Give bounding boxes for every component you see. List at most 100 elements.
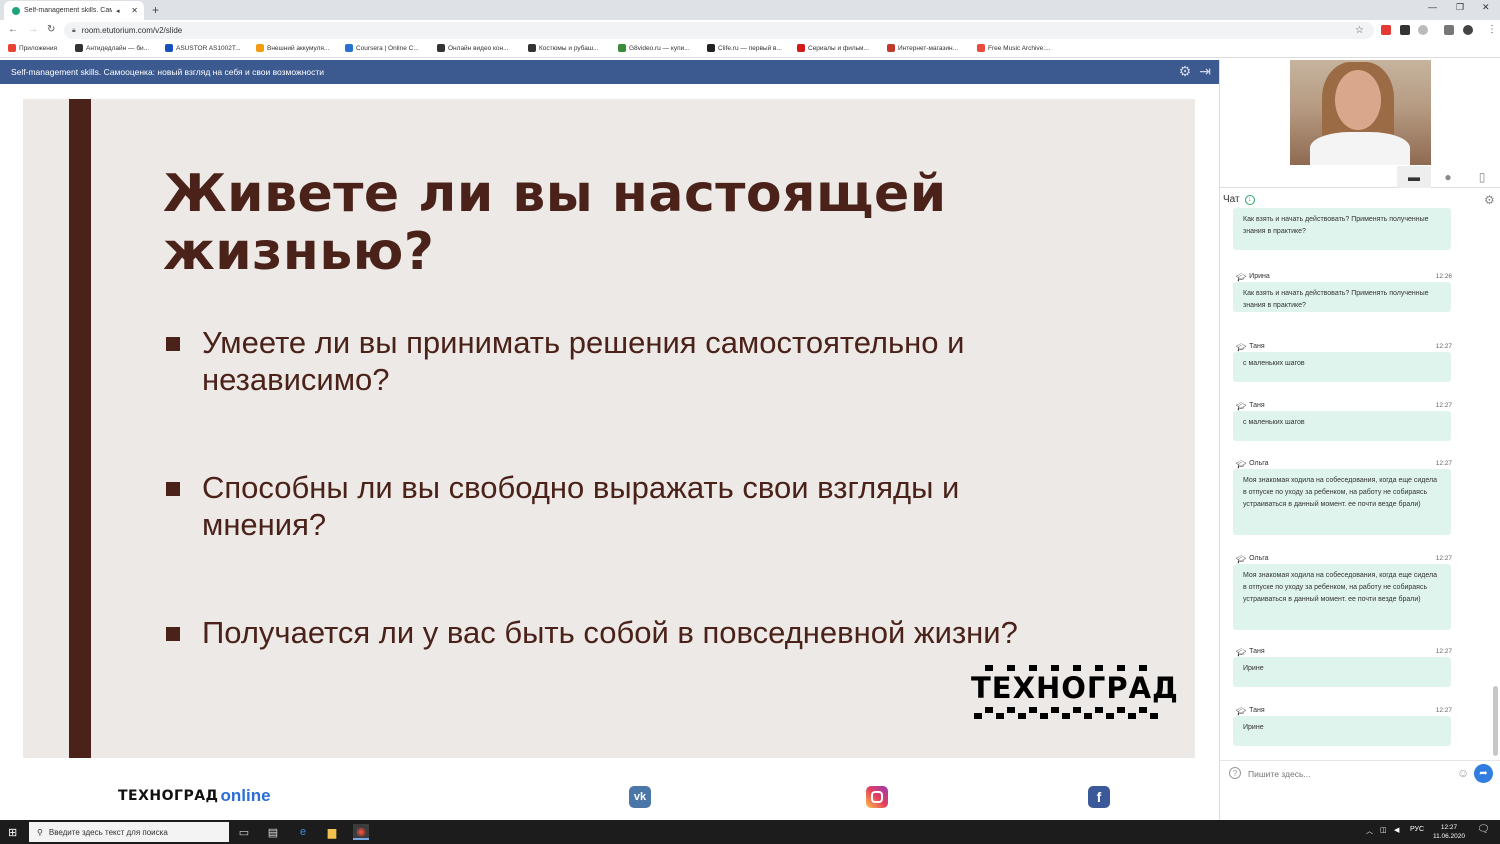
network-icon[interactable]: ◫	[1380, 826, 1387, 834]
help-icon[interactable]: ?	[1229, 767, 1241, 779]
address-bar[interactable]: 🔒︎ room.etutorium.com/v2/slide ☆	[64, 22, 1374, 39]
footer-logo[interactable]: ТЕХНОГРАД online	[118, 786, 271, 806]
webinar-header: Self-management skills. Самооценка: новы…	[0, 60, 1219, 84]
bookmark-label: Внешний аккумуля...	[267, 44, 330, 52]
taskbar-search[interactable]: ⚲ Введите здесь текст для поиска	[29, 822, 229, 842]
restore-icon[interactable]: ❐	[1456, 2, 1464, 13]
windows-start-icon[interactable]: ⊞	[8, 826, 17, 839]
student-cap-icon: 🎓︎	[1236, 402, 1247, 411]
chat-bubble: Ирине	[1233, 716, 1451, 746]
bookmark-item[interactable]: Костюмы и рубаш...	[528, 44, 599, 52]
chat-time: 12:27	[1435, 460, 1452, 467]
speaker-video[interactable]	[1290, 60, 1431, 165]
chat-author: Таня	[1249, 648, 1265, 655]
chat-time: 12:27	[1435, 707, 1452, 714]
chat-messages[interactable]: 🎓︎Как взять и начать действовать? Примен…	[1222, 207, 1490, 752]
bookmark-label: Free Music Archive:...	[988, 44, 1051, 52]
bookmark-label: Интернет-магазин...	[898, 44, 958, 52]
adblock-extension-icon[interactable]	[1381, 25, 1391, 35]
bookmark-item[interactable]: Clife.ru — первый в...	[707, 44, 782, 52]
bookmark-favicon-icon	[618, 44, 626, 52]
volume-icon[interactable]: ◀	[1394, 826, 1399, 834]
bookmark-item[interactable]: Интернет-магазин...	[887, 44, 958, 52]
download-chat-icon[interactable]: ↓	[1244, 194, 1255, 205]
reload-icon[interactable]: ↻	[47, 24, 55, 35]
back-icon[interactable]: ←	[8, 24, 18, 35]
settings-gear-icon[interactable]: ⚙	[1179, 63, 1192, 80]
url-text: room.etutorium.com/v2/slide	[81, 26, 183, 35]
chat-author: Таня	[1249, 343, 1265, 350]
bookmark-item[interactable]: Внешний аккумуля...	[256, 44, 329, 52]
chat-bubble: с маленьких шагов	[1233, 411, 1451, 441]
bookmark-star-icon[interactable]: ☆	[1355, 25, 1364, 36]
vk-icon[interactable]: vk	[629, 786, 651, 808]
bookmark-label: Антидедлайн — би...	[86, 44, 150, 52]
tab-files-icon[interactable]: ▯	[1465, 166, 1499, 188]
bookmark-favicon-icon	[797, 44, 805, 52]
chat-message-meta: 🎓︎ Таня 12:27	[1236, 402, 1452, 411]
audio-icon[interactable]: ◂	[116, 7, 120, 15]
send-icon[interactable]: ➦	[1474, 764, 1493, 783]
bookmark-label: Онлайн видео кон...	[448, 44, 509, 52]
notifications-icon[interactable]: 🗨︎	[1477, 824, 1490, 835]
chat-message-meta: 🎓︎ Таня 12:27	[1236, 648, 1452, 657]
tab-participants-icon[interactable]: ●	[1431, 166, 1465, 188]
bookmark-label: ASUSTOR AS1002T...	[176, 44, 241, 52]
edge-icon[interactable]: e	[295, 824, 311, 840]
chat-author: Ольга	[1249, 555, 1269, 562]
bookmark-favicon-icon	[345, 44, 353, 52]
student-cap-icon: 🎓︎	[1236, 707, 1247, 716]
system-clock[interactable]: 12:27 11.06.2020	[1432, 823, 1466, 841]
browser-tabstrip: Self-management skills. Сам ◂ ✕ + — ❐ ✕	[0, 0, 1500, 20]
new-tab-button[interactable]: +	[152, 3, 159, 17]
chat-time: 12:27	[1435, 343, 1452, 350]
chat-input[interactable]	[1248, 765, 1448, 783]
chat-time: 12:27	[1435, 402, 1452, 409]
close-tab-icon[interactable]: ✕	[131, 6, 138, 15]
chat-time: 12:27	[1435, 648, 1452, 655]
chat-time: 12:27	[1435, 555, 1452, 562]
chat-settings-icon[interactable]: ⚙	[1484, 193, 1495, 207]
bookmark-item[interactable]: Сериалы и фильм...	[797, 44, 869, 52]
tab-chat-icon[interactable]: ▬	[1397, 166, 1431, 188]
chat-scrollbar[interactable]	[1493, 686, 1498, 756]
playlist-icon[interactable]	[1444, 25, 1454, 35]
task-view-icon[interactable]: ▭	[236, 824, 252, 840]
bookmark-favicon-icon	[887, 44, 895, 52]
bookmark-favicon-icon	[75, 44, 83, 52]
bullet-square-icon	[166, 627, 180, 641]
panel-tabs: ▬ ● ▯	[1220, 166, 1500, 188]
search-icon: ⚲	[37, 827, 43, 837]
browser-tab[interactable]: Self-management skills. Сам ◂ ✕	[4, 1, 144, 20]
minimize-icon[interactable]: —	[1428, 2, 1437, 12]
taskbar-search-placeholder: Введите здесь текст для поиска	[48, 827, 168, 837]
chat-message-meta: 🎓︎ Ирина 12:26	[1236, 273, 1452, 282]
language-indicator[interactable]: РУС	[1410, 826, 1424, 833]
bookmark-item[interactable]: ASUSTOR AS1002T...	[165, 44, 241, 52]
instagram-icon[interactable]	[866, 786, 888, 808]
store-icon[interactable]: ▤	[265, 824, 281, 840]
profile-avatar-icon[interactable]	[1463, 25, 1473, 35]
forward-icon[interactable]: →	[28, 24, 38, 35]
chrome-icon[interactable]: ◉	[353, 824, 369, 840]
exit-icon[interactable]: ⇥	[1199, 63, 1211, 80]
bookmark-item[interactable]: G8video.ru — купи...	[618, 44, 690, 52]
extension-icon[interactable]	[1418, 25, 1428, 35]
bookmark-item[interactable]: Приложения	[8, 44, 57, 52]
bookmark-label: Coursera | Online C...	[356, 44, 419, 52]
bookmark-favicon-icon	[8, 44, 16, 52]
close-window-icon[interactable]: ✕	[1482, 2, 1490, 13]
student-cap-icon: 🎓︎	[1236, 273, 1247, 282]
emoji-icon[interactable]: ☺	[1457, 766, 1469, 780]
bookmark-item[interactable]: Антидедлайн — би...	[75, 44, 149, 52]
facebook-icon[interactable]: f	[1088, 786, 1110, 808]
extension-icon[interactable]	[1400, 25, 1410, 35]
tray-arrow-icon[interactable]: ︿	[1366, 826, 1373, 836]
bullet-square-icon	[166, 482, 180, 496]
chat-bubble: Моя знакомая ходила на собеседования, ко…	[1233, 469, 1451, 535]
bookmark-item[interactable]: Free Music Archive:...	[977, 44, 1051, 52]
menu-dots-icon[interactable]: ⋮	[1487, 24, 1497, 35]
file-explorer-icon[interactable]: ▆	[324, 824, 340, 840]
bookmark-item[interactable]: Онлайн видео кон...	[437, 44, 509, 52]
bookmark-item[interactable]: Coursera | Online C...	[345, 44, 419, 52]
